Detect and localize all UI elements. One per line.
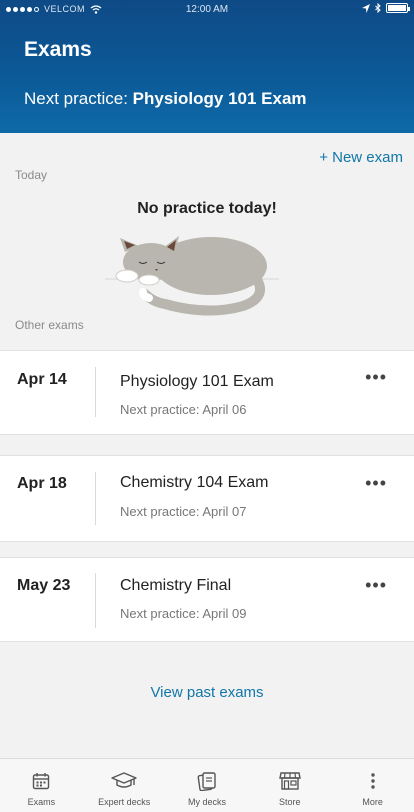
exam-date: Apr 14: [17, 371, 67, 388]
next-practice-prefix: Next practice:: [24, 89, 133, 108]
more-vertical-icon: [370, 773, 375, 789]
more-options-icon[interactable]: •••: [365, 367, 387, 388]
tab-label: My decks: [187, 797, 226, 807]
divider: [95, 367, 96, 417]
tab-store[interactable]: Store: [248, 759, 331, 812]
empty-message: No practice today!: [137, 200, 277, 217]
page-title: Exams: [24, 38, 92, 61]
tab-my-decks[interactable]: My decks: [166, 759, 249, 812]
more-options-icon[interactable]: •••: [365, 473, 387, 494]
new-exam-button[interactable]: + New exam: [319, 149, 403, 166]
divider: [95, 573, 96, 628]
exam-date: Apr 18: [17, 475, 67, 492]
cards-icon: [197, 772, 216, 791]
next-practice-line: Next practice: Physiology 101 Exam: [24, 89, 307, 109]
tab-label: More: [362, 797, 383, 807]
graduation-cap-icon: [111, 772, 137, 788]
exam-card[interactable]: Apr 18 Chemistry 104 Exam Next practice:…: [0, 455, 414, 542]
tab-label: Exams: [27, 797, 56, 807]
location-icon: [362, 3, 370, 13]
exam-date: May 23: [17, 577, 71, 594]
tab-more[interactable]: More: [331, 759, 414, 812]
exam-name: Chemistry 104 Exam: [120, 474, 269, 491]
divider: [95, 472, 96, 525]
status-bar: VELCOM 12:00 AM: [0, 0, 414, 20]
next-practice-exam: Physiology 101 Exam: [132, 89, 307, 108]
header: VELCOM 12:00 AM Exams Next practice: Phy…: [0, 0, 414, 133]
today-label: Today: [15, 168, 48, 182]
exam-next-practice: Next practice: April 09: [120, 606, 247, 621]
store-icon: [278, 772, 301, 790]
exam-card[interactable]: Apr 14 Physiology 101 Exam Next practice…: [0, 350, 414, 435]
exam-next-practice: Next practice: April 07: [120, 504, 247, 519]
calendar-icon: [33, 773, 50, 790]
bluetooth-icon: [375, 3, 381, 13]
exam-name: Physiology 101 Exam: [120, 373, 274, 390]
tab-exams[interactable]: Exams: [0, 759, 83, 812]
tab-label: Expert decks: [98, 797, 151, 807]
exam-name: Chemistry Final: [120, 577, 232, 594]
status-time: 12:00 AM: [185, 4, 229, 15]
other-exams-label: Other exams: [15, 318, 84, 332]
tab-bar: Exams Expert decks My decks Store More: [0, 758, 414, 812]
tab-label: Store: [279, 797, 301, 807]
more-options-icon[interactable]: •••: [365, 575, 387, 596]
exam-card[interactable]: May 23 Chemistry Final Next practice: Ap…: [0, 557, 414, 642]
sleeping-cat-illustration: [105, 236, 279, 316]
tab-expert-decks[interactable]: Expert decks: [83, 759, 166, 812]
exam-next-practice: Next practice: April 06: [120, 402, 247, 417]
battery-icon: [386, 3, 410, 13]
view-past-exams-link[interactable]: View past exams: [0, 684, 414, 701]
